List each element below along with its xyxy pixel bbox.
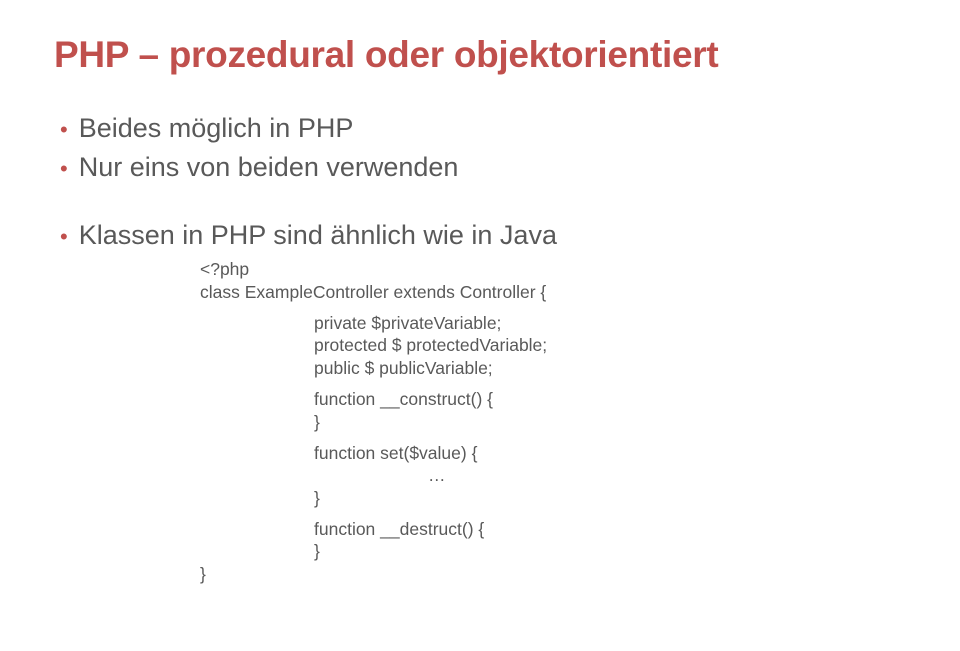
- code-line: class ExampleController extends Controll…: [200, 281, 906, 303]
- code-line: protected $ protectedVariable;: [314, 334, 906, 356]
- bullet-list: • Beides möglich in PHP • Nur eins von b…: [60, 112, 906, 251]
- code-line: }: [200, 563, 906, 585]
- code-line: …: [428, 464, 906, 486]
- code-block: <?php class ExampleController extends Co…: [200, 258, 906, 585]
- code-line: private $privateVariable;: [314, 312, 906, 334]
- bullet-item: • Beides möglich in PHP: [60, 112, 906, 144]
- bullet-text: Beides möglich in PHP: [79, 112, 354, 144]
- bullet-text: Nur eins von beiden verwenden: [79, 151, 459, 183]
- bullet-dot-icon: •: [60, 119, 68, 141]
- bullet-dot-icon: •: [60, 158, 68, 180]
- slide-title: PHP – prozedural oder objektorientiert: [54, 34, 906, 76]
- bullet-dot-icon: •: [60, 226, 68, 248]
- code-line: <?php: [200, 258, 906, 280]
- code-line: }: [314, 487, 906, 509]
- bullet-item: • Klassen in PHP sind ähnlich wie in Jav…: [60, 219, 906, 251]
- code-line: function __construct() {: [314, 388, 906, 410]
- bullet-text: Klassen in PHP sind ähnlich wie in Java: [79, 219, 557, 251]
- code-line: function __destruct() {: [314, 518, 906, 540]
- bullet-item: • Nur eins von beiden verwenden: [60, 151, 906, 183]
- code-line: public $ publicVariable;: [314, 357, 906, 379]
- code-line: }: [314, 540, 906, 562]
- code-line: function set($value) {: [314, 442, 906, 464]
- code-line: }: [314, 411, 906, 433]
- spacer: [60, 191, 906, 219]
